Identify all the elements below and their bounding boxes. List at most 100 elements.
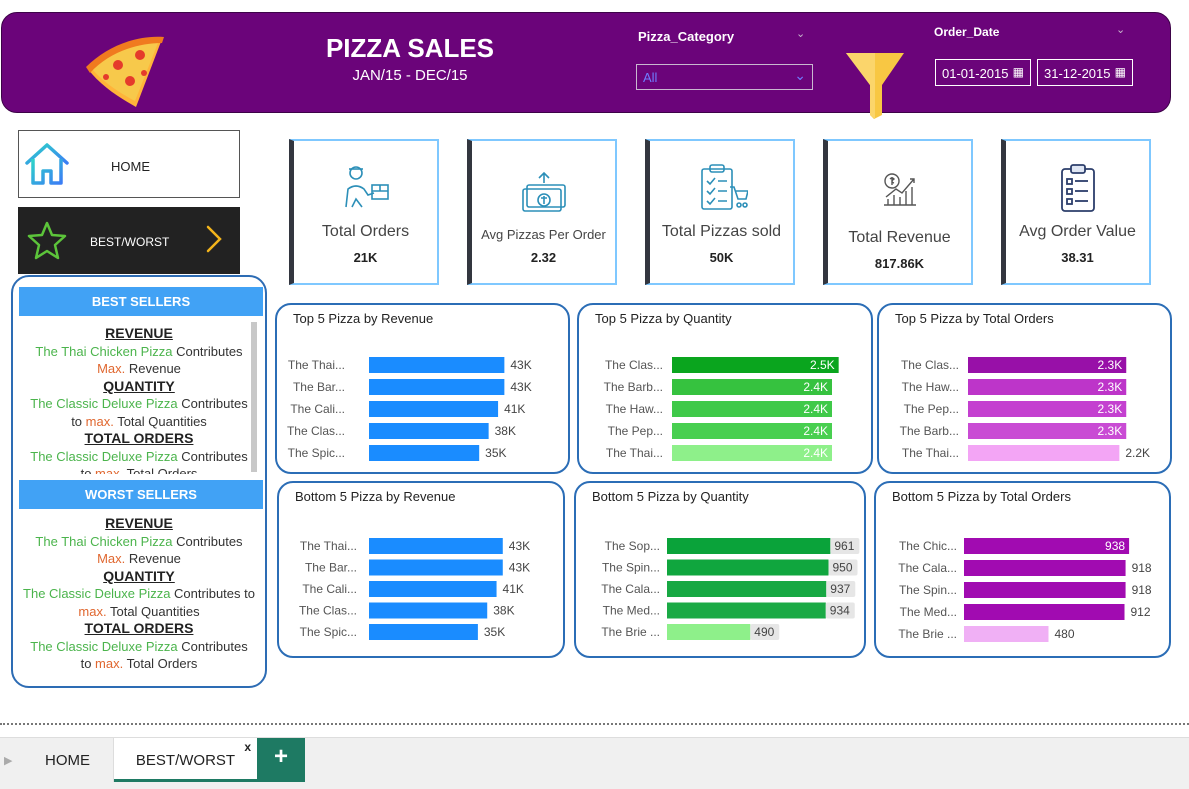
category-label: The Bar...	[293, 380, 345, 394]
chevron-down-icon[interactable]: ⌄	[796, 27, 805, 40]
worst-revenue-pizza: The Thai Chicken Pizza	[35, 533, 173, 549]
page-subtitle: JAN/15 - DEC/15	[352, 67, 468, 84]
page-title: PIZZA SALES	[325, 33, 495, 63]
best-quantity-pre: to	[71, 413, 86, 429]
worst-orders-contrib: Contributes	[177, 638, 248, 654]
data-label: 41K	[504, 402, 525, 416]
category-select-value: All	[643, 70, 658, 85]
category-label: The Cali...	[290, 402, 345, 416]
worst-orders-pizza: The Classic Deluxe Pizza	[30, 638, 178, 654]
chevron-down-icon[interactable]: ⌄	[1116, 23, 1125, 36]
close-icon[interactable]: x	[244, 740, 251, 754]
bar-chart: The Thai... 43K The Bar... 43K The Cali... 41…	[287, 357, 532, 461]
bar	[964, 560, 1126, 576]
category-label: The Cala...	[898, 561, 957, 575]
category-label: The Brie ...	[601, 625, 660, 639]
bar-chart: The Chic... 938 The Cala... 918 The Spin... 9…	[898, 538, 1152, 642]
data-label: 43K	[510, 358, 531, 372]
bar-chart: The Clas... 2.3K The Haw... 2.3K The Pep... 2…	[900, 357, 1150, 461]
kpi-label: Total Pizzas sold	[661, 223, 782, 240]
chart-top5-quantity[interactable]: Top 5 Pizza by Quantity The Clas... 2.5K T…	[577, 303, 873, 474]
category-label: The Cali...	[302, 582, 357, 596]
date-from-input[interactable]: 01-01-2015 ▦	[935, 59, 1031, 86]
kpi-avg-pizzas-per-order: Avg Pizzas Per Order 2.32	[467, 139, 617, 285]
revenue-growth-icon	[883, 173, 916, 206]
pizza-slice-icon	[86, 36, 164, 107]
bar	[964, 604, 1125, 620]
header-banner: PIZZA SALES JAN/15 - DEC/15 Pizza_Catego…	[1, 12, 1171, 119]
kpi-avg-order-value: Avg Order Value 38.31	[1001, 139, 1151, 285]
worst-sellers-heading: WORST SELLERS	[19, 480, 263, 509]
category-select[interactable]: All ⌄	[636, 64, 813, 90]
funnel-filter-icon	[846, 53, 904, 119]
bar	[667, 581, 827, 597]
data-label: 934	[830, 604, 850, 618]
data-label: 937	[830, 582, 850, 596]
divider	[0, 723, 1189, 725]
data-label: 2.3K	[1098, 424, 1123, 438]
date-to-input[interactable]: 31-12-2015 ▦	[1037, 59, 1133, 86]
data-label: 918	[1132, 583, 1152, 597]
calendar-icon[interactable]: ▦	[1013, 65, 1024, 79]
worst-orders-pre: to	[80, 656, 96, 671]
data-label: 35K	[485, 446, 506, 460]
tab-home[interactable]: HOME	[22, 738, 114, 782]
bar	[667, 559, 829, 576]
category-label: The Thai...	[288, 358, 345, 372]
data-label: 490	[754, 625, 774, 639]
kpi-total-orders: Total Orders 21K	[289, 139, 439, 285]
bar	[667, 538, 831, 554]
data-label: 961	[834, 539, 854, 553]
bar	[369, 538, 503, 554]
best-quantity-tail: Total Quantities	[113, 413, 207, 429]
worst-orders-tail: Total Orders	[123, 656, 198, 671]
category-label: The Haw...	[902, 380, 959, 394]
kpi-value: 50K	[709, 250, 734, 265]
best-revenue-heading: REVENUE	[105, 325, 173, 341]
best-worst-nav-button[interactable]: BEST/WORST	[18, 207, 240, 274]
best-quantity-max: max.	[85, 413, 114, 429]
worst-revenue-heading: REVENUE	[105, 515, 173, 531]
category-label: The Barb...	[604, 380, 663, 394]
best-revenue-contrib: Contributes	[172, 343, 243, 359]
worst-quantity-contrib: Contributes to	[170, 586, 255, 601]
home-nav-button[interactable]: HOME	[18, 130, 240, 198]
kpi-value: 21K	[353, 250, 378, 265]
category-label: The Clas...	[299, 604, 357, 618]
tab-best-worst[interactable]: BEST/WORST x	[114, 738, 257, 782]
best-revenue-max: Max.	[97, 361, 126, 376]
calendar-icon[interactable]: ▦	[1115, 65, 1126, 79]
worst-sellers-text: REVENUE The Thai Chicken Pizza Contribut…	[17, 515, 261, 675]
add-page-button[interactable]: +	[257, 738, 305, 782]
chart-bottom5-quantity[interactable]: Bottom 5 Pizza by Quantity The Sop... 961…	[574, 481, 866, 658]
checklist-cart-icon	[700, 164, 748, 210]
data-label: 43K	[509, 561, 530, 575]
scroll-left-icon[interactable]: ▶	[4, 754, 12, 767]
kpi-total-pizzas-sold: Total Pizzas sold 50K	[645, 139, 795, 285]
scrollbar[interactable]	[251, 322, 257, 472]
chart-bottom5-total-orders[interactable]: Bottom 5 Pizza by Total Orders The Chic.…	[874, 481, 1171, 658]
bar-chart: The Sop... 961 The Spin... 950 The Cala... 93…	[601, 538, 860, 640]
kpi-total-revenue: Total Revenue 817.86K	[823, 139, 973, 285]
bar	[667, 624, 751, 640]
best-sellers-text[interactable]: REVENUE The Thai Chicken Pizza Contribut…	[19, 325, 259, 474]
data-label: 2.4K	[803, 402, 828, 416]
chart-top5-revenue[interactable]: Top 5 Pizza by Revenue The Thai... 43K The…	[275, 303, 570, 474]
best-orders-pre: to	[80, 466, 96, 474]
data-label: 35K	[484, 625, 505, 639]
best-revenue-pizza: The Thai Chicken Pizza	[35, 343, 173, 359]
chart-bottom5-revenue[interactable]: Bottom 5 Pizza by Revenue The Thai... 43K…	[277, 481, 565, 658]
data-label: 2.3K	[1098, 402, 1123, 416]
chart-top5-total-orders[interactable]: Top 5 Pizza by Total Orders The Clas... 2…	[877, 303, 1172, 474]
data-label: 2.4K	[803, 380, 828, 394]
data-label: 43K	[510, 380, 531, 394]
category-label: The Haw...	[606, 402, 663, 416]
worst-orders-max: max.	[95, 656, 124, 671]
bar	[369, 581, 497, 597]
worst-quantity-pizza: The Classic Deluxe Pizza	[23, 586, 171, 601]
date-to-value: 31-12-2015	[1044, 66, 1111, 81]
data-label: 2.4K	[803, 446, 828, 460]
data-label: 38K	[493, 604, 514, 618]
category-label: The Cala...	[601, 582, 660, 596]
star-icon	[27, 221, 67, 260]
